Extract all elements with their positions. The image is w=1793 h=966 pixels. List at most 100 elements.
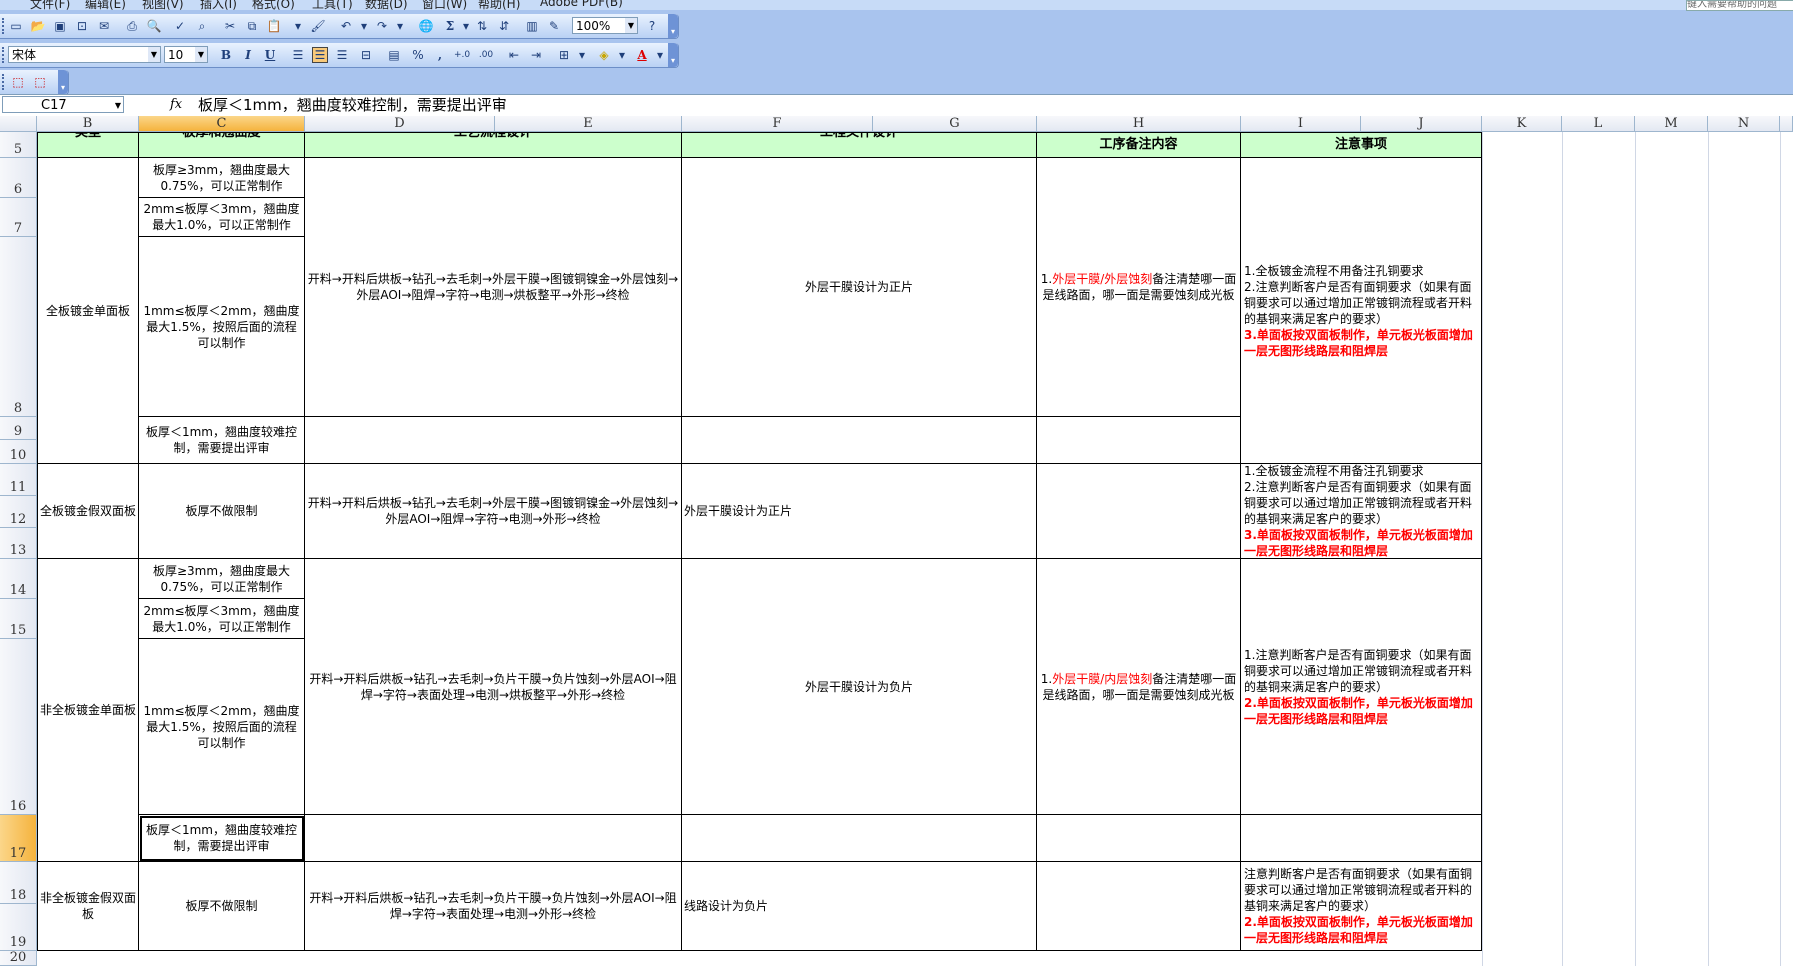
group1-thickness-2[interactable]: 2mm≤板厚＜3mm，翘曲度最大1.0%，可以正常制作: [139, 198, 305, 237]
group4-eng[interactable]: 线路设计为负片: [682, 862, 1037, 951]
column-header-d[interactable]: D: [305, 116, 495, 132]
align-center-icon[interactable]: ☰: [312, 47, 328, 63]
group1-eng-empty[interactable]: [682, 417, 1037, 464]
header-notes[interactable]: 注意事项: [1241, 132, 1482, 158]
toolbar-grip[interactable]: [2, 47, 7, 63]
group1-thickness-4[interactable]: 板厚＜1mm，翘曲度较难控制，需要提出评审: [139, 417, 305, 464]
undo-dropdown-icon[interactable]: ▾: [356, 18, 372, 34]
group2-remark[interactable]: [1037, 464, 1241, 559]
increase-indent-icon[interactable]: ⇥: [528, 47, 544, 63]
paste-icon[interactable]: 📋: [266, 18, 282, 34]
group2-process[interactable]: 开料→开料后烘板→钻孔→去毛刺→外层干膜→图镀铜镍金→外层蚀刻→外层AOI→阻焊…: [305, 464, 682, 559]
align-left-icon[interactable]: ☰: [290, 47, 306, 63]
font-name-select[interactable]: 宋体 ▼: [8, 46, 161, 63]
menu-edit[interactable]: 编辑(E): [85, 0, 126, 10]
row-header-10[interactable]: 10: [0, 440, 37, 464]
redo-icon[interactable]: ↷: [374, 18, 390, 34]
group3-type[interactable]: 非全板镀金单面板: [37, 559, 139, 862]
name-box[interactable]: C17 ▼: [2, 96, 124, 113]
toolbar-options-icon[interactable]: ▾: [58, 70, 68, 94]
paste-dropdown-icon[interactable]: ▾: [290, 18, 306, 34]
autosum-icon[interactable]: Σ: [442, 18, 458, 34]
header-thickness[interactable]: 板厚和翘曲度: [139, 132, 305, 158]
toolbar-options-icon[interactable]: ▾: [668, 14, 678, 38]
column-header-m[interactable]: M: [1635, 116, 1708, 132]
row-header-12[interactable]: 12: [0, 496, 37, 528]
column-header-i[interactable]: I: [1241, 116, 1361, 132]
group3-thickness-4-selected[interactable]: 板厚＜1mm，翘曲度较难控制，需要提出评审: [139, 815, 305, 862]
group3-remark[interactable]: 1.外层干膜/内层蚀刻备注清楚哪一面是线路面，哪一面是需要蚀刻成光板: [1037, 559, 1241, 815]
row-header-13[interactable]: 13: [0, 528, 37, 559]
select-all-corner[interactable]: [0, 116, 37, 132]
group2-notes[interactable]: 1.全板镀金流程不用备注孔铜要求 2.注意判断客户是否有面铜要求（如果有面铜要求…: [1241, 464, 1482, 559]
hyperlink-icon[interactable]: 🌐: [418, 18, 434, 34]
group1-eng[interactable]: 外层干膜设计为正片: [682, 158, 1037, 417]
column-header-c[interactable]: C: [139, 116, 305, 132]
spelling-icon[interactable]: ✓: [172, 18, 188, 34]
email-icon[interactable]: ✉: [96, 18, 112, 34]
fill-color-dropdown-icon[interactable]: ▾: [614, 47, 630, 63]
borders-icon[interactable]: ⊞: [556, 47, 572, 63]
column-header-j[interactable]: J: [1361, 116, 1482, 132]
bold-button[interactable]: B: [218, 47, 234, 63]
copy-icon[interactable]: ⧉: [244, 18, 260, 34]
help-search-input[interactable]: 键入需要帮助的问题: [1686, 0, 1793, 11]
group1-remark[interactable]: 1.外层干膜/外层蚀刻备注清楚哪一面是线路面，哪一面是需要蚀刻成光板: [1037, 158, 1241, 417]
row-header-18[interactable]: 18: [0, 862, 37, 904]
row-header-17[interactable]: 17: [0, 815, 37, 862]
group3-process[interactable]: 开料→开料后烘板→钻孔→去毛刺→负片干膜→负片蚀刻→外层AOI→阻焊→字符→表面…: [305, 559, 682, 815]
group1-remark-empty[interactable]: [1037, 417, 1241, 464]
currency-icon[interactable]: ▤: [386, 47, 402, 63]
toolbar-grip[interactable]: [2, 18, 7, 34]
column-header-e[interactable]: E: [495, 116, 682, 132]
formula-input[interactable]: 板厚＜1mm，翘曲度较难控制，需要提出评审: [198, 95, 507, 115]
group3-eng[interactable]: 外层干膜设计为负片: [682, 559, 1037, 815]
group3-notes[interactable]: 1.注意判断客户是否有面铜要求（如果有面铜要求可以通过增加正常镀铜流程或者开料的…: [1241, 559, 1482, 815]
menu-tools[interactable]: 工具(T): [312, 0, 353, 10]
group2-type[interactable]: 全板镀金假双面板: [37, 464, 139, 559]
save-icon[interactable]: ▣: [52, 18, 68, 34]
increase-decimal-button[interactable]: +.0: [454, 47, 470, 63]
group1-type[interactable]: 全板镀金单面板: [37, 158, 139, 464]
autosum-dropdown-icon[interactable]: ▾: [458, 18, 474, 34]
row-header-16[interactable]: 16: [0, 639, 37, 815]
borders-dropdown-icon[interactable]: ▾: [574, 47, 590, 63]
menu-window[interactable]: 窗口(W): [422, 0, 467, 10]
header-remark[interactable]: 工序备注内容: [1037, 132, 1241, 158]
align-right-icon[interactable]: ☰: [334, 47, 350, 63]
pdf-email-icon[interactable]: ⬚: [32, 74, 48, 90]
column-header-g[interactable]: G: [873, 116, 1037, 132]
header-process[interactable]: 工艺流程设计: [305, 132, 682, 158]
group3-notes-empty[interactable]: [1241, 815, 1482, 862]
menu-view[interactable]: 视图(V): [142, 0, 184, 10]
comma-style-button[interactable]: ,: [432, 47, 448, 63]
row-header-5[interactable]: 5: [0, 132, 37, 158]
group2-eng[interactable]: 外层干膜设计为正片: [682, 464, 1037, 559]
row-header-8[interactable]: 8: [0, 237, 37, 417]
group4-remark[interactable]: [1037, 862, 1241, 951]
merge-center-icon[interactable]: ⊟: [358, 47, 374, 63]
menu-help[interactable]: 帮助(H): [478, 0, 520, 10]
group4-notes[interactable]: 注意判断客户是否有面铜要求（如果有面铜要求可以通过增加正常镀铜流程或者开料的基铜…: [1241, 862, 1482, 951]
decrease-indent-icon[interactable]: ⇤: [506, 47, 522, 63]
header-type[interactable]: 类型: [37, 132, 139, 158]
redo-dropdown-icon[interactable]: ▾: [392, 18, 408, 34]
group3-thickness-2[interactable]: 2mm≤板厚＜3mm，翘曲度最大1.0%，可以正常制作: [139, 599, 305, 639]
toolbar-options-icon[interactable]: ▾: [668, 43, 678, 67]
column-header-o[interactable]: [1780, 116, 1793, 132]
decrease-decimal-button[interactable]: .00: [478, 47, 494, 63]
group3-thickness-3[interactable]: 1mm≤板厚＜2mm，翘曲度最大1.5%，按照后面的流程可以制作: [139, 639, 305, 815]
font-color-dropdown-icon[interactable]: ▾: [652, 47, 668, 63]
group4-type[interactable]: 非全板镀金假双面板: [37, 862, 139, 951]
row-header-15[interactable]: 15: [0, 599, 37, 639]
row-header-6[interactable]: 6: [0, 158, 37, 198]
menu-file[interactable]: 文件(F): [30, 0, 70, 10]
menu-adobe-pdf[interactable]: Adobe PDF(B): [540, 0, 623, 9]
worksheet-grid[interactable]: 类型 板厚和翘曲度 工艺流程设计 工程文件设计 工序备注内容 注意事项 全板镀金…: [37, 132, 1793, 966]
print-icon[interactable]: ⎙: [124, 18, 140, 34]
row-header-14[interactable]: 14: [0, 559, 37, 599]
help-icon[interactable]: ?: [644, 18, 660, 34]
header-eng[interactable]: 工程文件设计: [682, 132, 1037, 158]
font-size-select[interactable]: 10 ▼: [164, 46, 208, 63]
group4-thickness[interactable]: 板厚不做限制: [139, 862, 305, 951]
